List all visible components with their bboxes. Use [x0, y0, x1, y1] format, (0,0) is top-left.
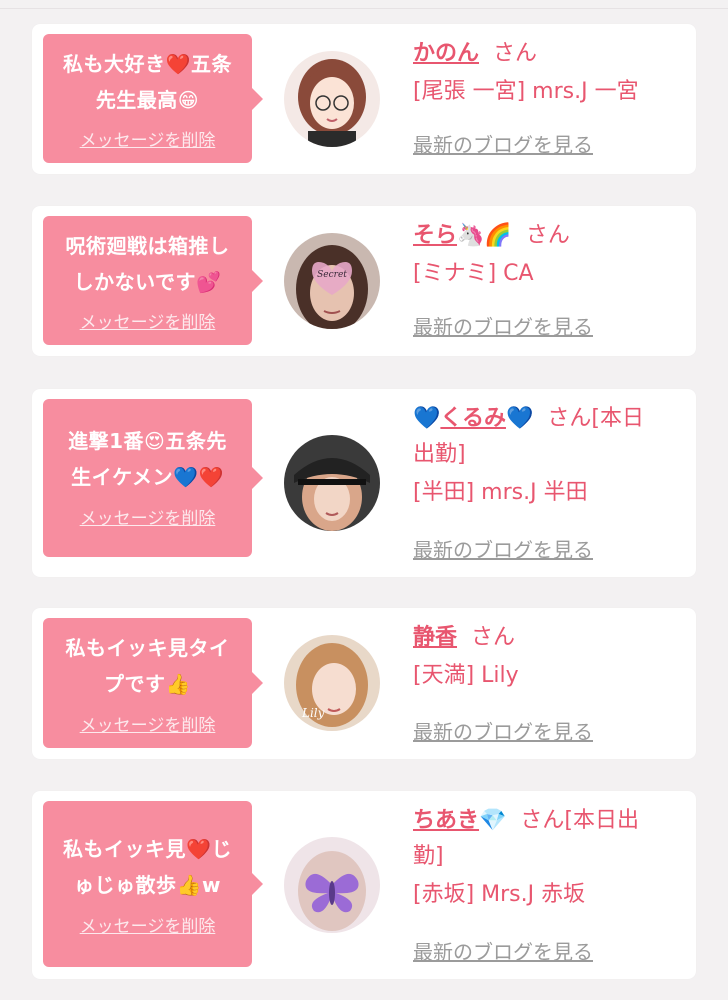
- message-bubble: 私も大好き❤️五条 先生最高😁 メッセージを削除: [43, 34, 263, 163]
- user-name-link[interactable]: 💙くるみ💙: [413, 406, 533, 431]
- message-line: 私も大好き❤️五条: [63, 52, 232, 76]
- message-line: しかないです💕: [73, 270, 222, 294]
- name-emoji: 💎: [479, 808, 507, 833]
- name-emoji: 💙: [413, 406, 441, 431]
- view-blog-link[interactable]: 最新のブログを見る: [413, 936, 593, 965]
- message-bubble: 私もイッキ見❤️じ ゅじゅ散歩👍w メッセージを削除: [43, 801, 263, 967]
- view-blog-link[interactable]: 最新のブログを見る: [413, 311, 593, 340]
- honorific: さん: [471, 625, 516, 650]
- message-text: 私も大好き❤️五条 先生最高😁: [51, 46, 244, 118]
- honorific: さん: [525, 223, 570, 248]
- name-emoji: 🦄🌈: [457, 223, 512, 248]
- honorific: さん[本日: [547, 406, 644, 431]
- view-blog-link[interactable]: 最新のブログを見る: [413, 129, 593, 158]
- message-line: 私もイッキ見❤️じ: [63, 837, 232, 861]
- message-card: 進撃1番😍五条先 生イケメン💙❤️ メッセージを削除 💙くるみ💙 さん[本日 出勤…: [32, 389, 696, 577]
- message-bubble: 私もイッキ見タイ プです👍 メッセージを削除: [43, 618, 263, 748]
- message-text: 私もイッキ見❤️じ ゅじゅ散歩👍w: [51, 831, 244, 903]
- user-info: かのん さん [尾張 一宮] mrs.J 一宮: [413, 36, 682, 112]
- message-line: 進撃1番😍五条先: [68, 429, 227, 453]
- message-bubble: 進撃1番😍五条先 生イケメン💙❤️ メッセージを削除: [43, 399, 263, 557]
- user-name-link[interactable]: 静香: [413, 625, 457, 650]
- avatar[interactable]: [284, 51, 380, 147]
- name-line: 💙くるみ💙 さん[本日: [413, 401, 682, 437]
- shop-name: [赤坂] Mrs.J 赤坂: [413, 882, 586, 907]
- message-card: 私もイッキ見タイ プです👍 メッセージを削除 Lily 静香 さん [天満] Li…: [32, 608, 696, 759]
- name-line: 静香 さん: [413, 620, 682, 656]
- delete-message-link[interactable]: メッセージを削除: [43, 308, 252, 333]
- honorific: さん[本日出: [520, 808, 640, 833]
- message-line: プです👍: [104, 672, 191, 696]
- user-info: そら🦄🌈 さん [ミナミ] CA: [413, 218, 682, 294]
- shop-name: [ミナミ] CA: [413, 261, 534, 286]
- name-line: そら🦄🌈 さん: [413, 218, 682, 254]
- shop-name: [半田] mrs.J 半田: [413, 480, 588, 505]
- avatar[interactable]: [284, 837, 380, 933]
- message-line: 私もイッキ見タイ: [65, 636, 230, 660]
- message-text: 呪術廻戦は箱推し しかないです💕: [51, 228, 244, 300]
- honorific: さん: [493, 41, 538, 66]
- delete-message-link[interactable]: メッセージを削除: [43, 912, 252, 937]
- message-line: 先生最高😁: [95, 88, 200, 112]
- avatar[interactable]: Secret: [284, 233, 380, 329]
- message-text: 私もイッキ見タイ プです👍: [51, 630, 244, 702]
- name-line-continued: 出勤]: [413, 442, 466, 467]
- name-line-continued: 勤]: [413, 844, 444, 869]
- message-line: 生イケメン💙❤️: [71, 465, 224, 489]
- delete-message-link[interactable]: メッセージを削除: [43, 126, 252, 151]
- view-blog-link[interactable]: 最新のブログを見る: [413, 534, 593, 563]
- user-name: ちあき: [413, 808, 480, 833]
- user-info: 💙くるみ💙 さん[本日 出勤] [半田] mrs.J 半田: [413, 401, 682, 513]
- delete-message-link[interactable]: メッセージを削除: [43, 711, 252, 736]
- user-info: 静香 さん [天満] Lily: [413, 620, 682, 696]
- user-name: そら: [413, 223, 458, 248]
- message-card: 呪術廻戦は箱推し しかないです💕 メッセージを削除 Secret そら🦄🌈 さん …: [32, 206, 696, 356]
- user-name-link[interactable]: そら🦄🌈: [413, 223, 512, 248]
- view-blog-link[interactable]: 最新のブログを見る: [413, 716, 593, 745]
- top-divider: [0, 8, 728, 9]
- user-name-link[interactable]: かのん: [413, 41, 479, 66]
- avatar[interactable]: Lily: [284, 635, 380, 731]
- message-line: ゅじゅ散歩👍w: [74, 873, 221, 897]
- shop-name: [天満] Lily: [413, 663, 519, 688]
- message-card: 私もイッキ見❤️じ ゅじゅ散歩👍w メッセージを削除 ちあき💎 さん[本日出 勤]…: [32, 791, 696, 979]
- delete-message-link[interactable]: メッセージを削除: [43, 504, 252, 529]
- user-name-link[interactable]: ちあき💎: [413, 808, 506, 833]
- message-card: 私も大好き❤️五条 先生最高😁 メッセージを削除 かのん さん [尾張 一宮] m…: [32, 24, 696, 174]
- shop-name: [尾張 一宮] mrs.J 一宮: [413, 79, 639, 104]
- message-line: 呪術廻戦は箱推し: [65, 234, 230, 258]
- user-name: くるみ: [440, 406, 506, 431]
- message-text: 進撃1番😍五条先 生イケメン💙❤️: [51, 423, 244, 495]
- user-info: ちあき💎 さん[本日出 勤] [赤坂] Mrs.J 赤坂: [413, 803, 682, 915]
- name-emoji: 💙: [505, 406, 534, 431]
- svg-text:Secret: Secret: [317, 270, 347, 280]
- avatar[interactable]: [284, 435, 380, 531]
- name-line: かのん さん: [413, 36, 682, 72]
- message-bubble: 呪術廻戦は箱推し しかないです💕 メッセージを削除: [43, 216, 263, 345]
- name-line: ちあき💎 さん[本日出: [413, 803, 682, 839]
- svg-text:Lily: Lily: [301, 706, 325, 720]
